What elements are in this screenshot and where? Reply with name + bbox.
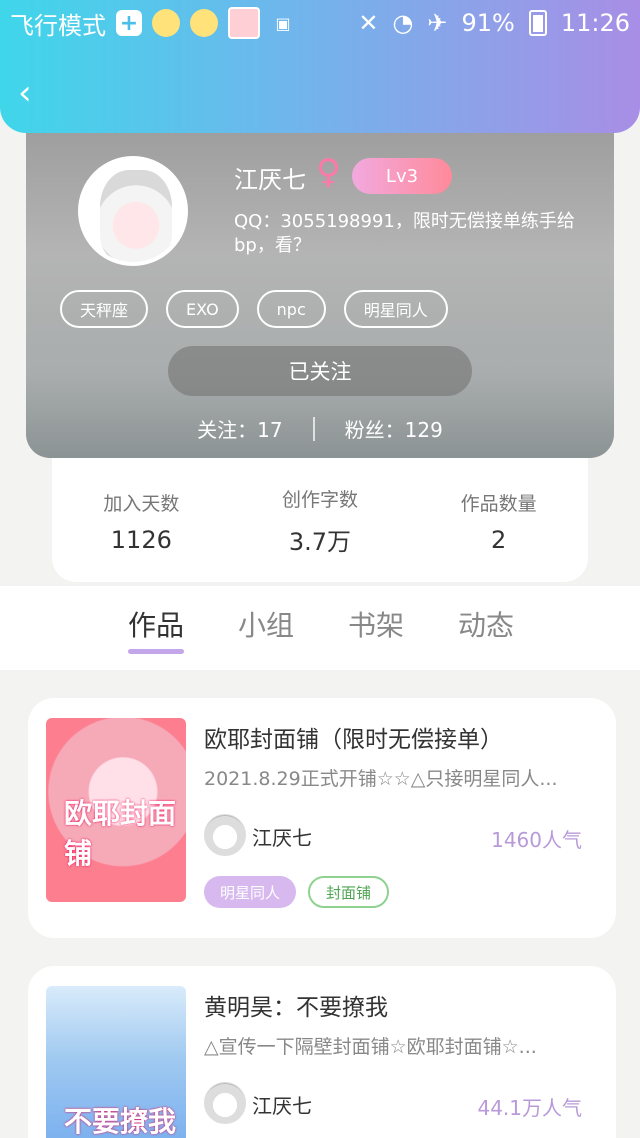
work-tag[interactable]: 明星同人 (204, 876, 297, 908)
notification-emoji-icon (190, 9, 218, 37)
content-tabs: 作品 小组 书架 动态 (0, 586, 640, 670)
work-title[interactable]: 黄明昊：不要撩我 (204, 988, 388, 1022)
stat-value: 1126 (110, 525, 172, 554)
author-avatar[interactable] (204, 1082, 246, 1124)
work-description: 2021.8.29正式开铺☆☆△只接明星同人... (204, 768, 558, 790)
stat-value: 3.7万 (288, 528, 352, 556)
add-icon: + (116, 10, 142, 36)
work-card[interactable]: 不要撩我 黄明昊：不要撩我 △宣传一下隔壁封面铺☆欧耶封面铺☆... 江厌七 4… (28, 966, 616, 1138)
following-count[interactable]: 关注：17 (197, 414, 282, 443)
profile-tag[interactable]: 天秤座 (60, 290, 149, 328)
work-tag[interactable]: 封面铺 (308, 876, 390, 908)
battery-percent: 91% (461, 9, 515, 37)
works-list: 欧耶封面铺 欧耶封面铺（限时无偿接单） 2021.8.29正式开铺☆☆△只接明星… (28, 698, 616, 1138)
app-notification-icon: ▣ (275, 13, 291, 33)
stats-panel: 加入天数 1126 创作字数 3.7万 作品数量 2 (52, 454, 588, 582)
work-cover[interactable]: 不要撩我 (46, 986, 186, 1138)
work-card[interactable]: 欧耶封面铺 欧耶封面铺（限时无偿接单） 2021.8.29正式开铺☆☆△只接明星… (28, 698, 616, 938)
fans-count[interactable]: 粉丝：129 (345, 414, 443, 443)
fans-label: 粉丝： (344, 418, 405, 442)
avatar-illustration (100, 170, 172, 262)
stat-works-count: 作品数量 2 (419, 489, 579, 554)
stat-label: 加入天数 (103, 492, 180, 515)
popularity: 1460人气 (491, 828, 582, 852)
avatar[interactable] (78, 156, 188, 266)
profile-header: 江厌七 ♀ Lv3 QQ：3055198991，限时无偿接单练手给bp，看？ 天… (26, 118, 614, 458)
level-badge: Lv3 (352, 158, 452, 194)
female-icon: ♀ (316, 152, 341, 192)
stat-label: 创作字数 (281, 489, 358, 511)
notification-emoji-icon (152, 9, 180, 37)
stat-value: 2 (491, 525, 507, 554)
airplane-mode-label: 飞行模式 (10, 11, 106, 40)
wifi-icon: ◔ (392, 9, 414, 37)
profile-tags: 天秤座 EXO npc 明星同人 (60, 290, 448, 328)
back-arrow-icon[interactable]: ‹ (18, 76, 48, 110)
notification-avatar-icon (228, 7, 260, 39)
tab-works[interactable]: 作品 (128, 586, 185, 670)
tab-groups[interactable]: 小组 (238, 586, 294, 670)
airplane-icon: ✈ (427, 9, 448, 37)
tab-bookshelf[interactable]: 书架 (348, 586, 404, 670)
author-name[interactable]: 江厌七 (252, 822, 312, 851)
clock: 11:26 (560, 9, 630, 37)
work-description: △宣传一下隔壁封面铺☆欧耶封面铺☆... (204, 1036, 537, 1058)
work-cover[interactable]: 欧耶封面铺 (46, 718, 186, 902)
divider (312, 416, 315, 441)
user-bio: QQ：3055198991，限时无偿接单练手给bp，看？ (234, 211, 575, 256)
following-value: 17 (257, 418, 283, 442)
top-bar: 飞行模式 + ▣ ✕ ◔ ✈ 91% 11:26 ‹ (0, 0, 640, 133)
profile-tag[interactable]: npc (256, 290, 326, 328)
work-tags: 明星同人 封面铺 (204, 876, 390, 908)
user-name: 江厌七 (234, 166, 306, 194)
popularity: 44.1万人气 (477, 1096, 582, 1120)
stat-word-count: 创作字数 3.7万 (240, 485, 400, 557)
profile-tag[interactable]: 明星同人 (343, 290, 448, 328)
following-label: 关注： (197, 418, 258, 442)
tab-activity[interactable]: 动态 (458, 586, 514, 670)
mute-icon: ✕ (358, 9, 379, 37)
author-avatar[interactable] (204, 814, 246, 856)
author-name[interactable]: 江厌七 (252, 1090, 312, 1119)
follow-counts: 关注：17 粉丝：129 (26, 414, 614, 443)
status-bar: 飞行模式 + ▣ ✕ ◔ ✈ 91% 11:26 (0, 0, 640, 46)
cover-title: 不要撩我 (64, 1105, 177, 1138)
cover-title: 欧耶封面铺 (64, 797, 177, 870)
work-title[interactable]: 欧耶封面铺（限时无偿接单） (204, 720, 503, 754)
stat-label: 作品数量 (460, 492, 537, 515)
profile-tag[interactable]: EXO (166, 290, 239, 328)
stat-join-days: 加入天数 1126 (61, 489, 221, 554)
fans-value: 129 (404, 418, 443, 442)
battery-icon (528, 10, 547, 36)
follow-button[interactable]: 已关注 (168, 346, 472, 396)
